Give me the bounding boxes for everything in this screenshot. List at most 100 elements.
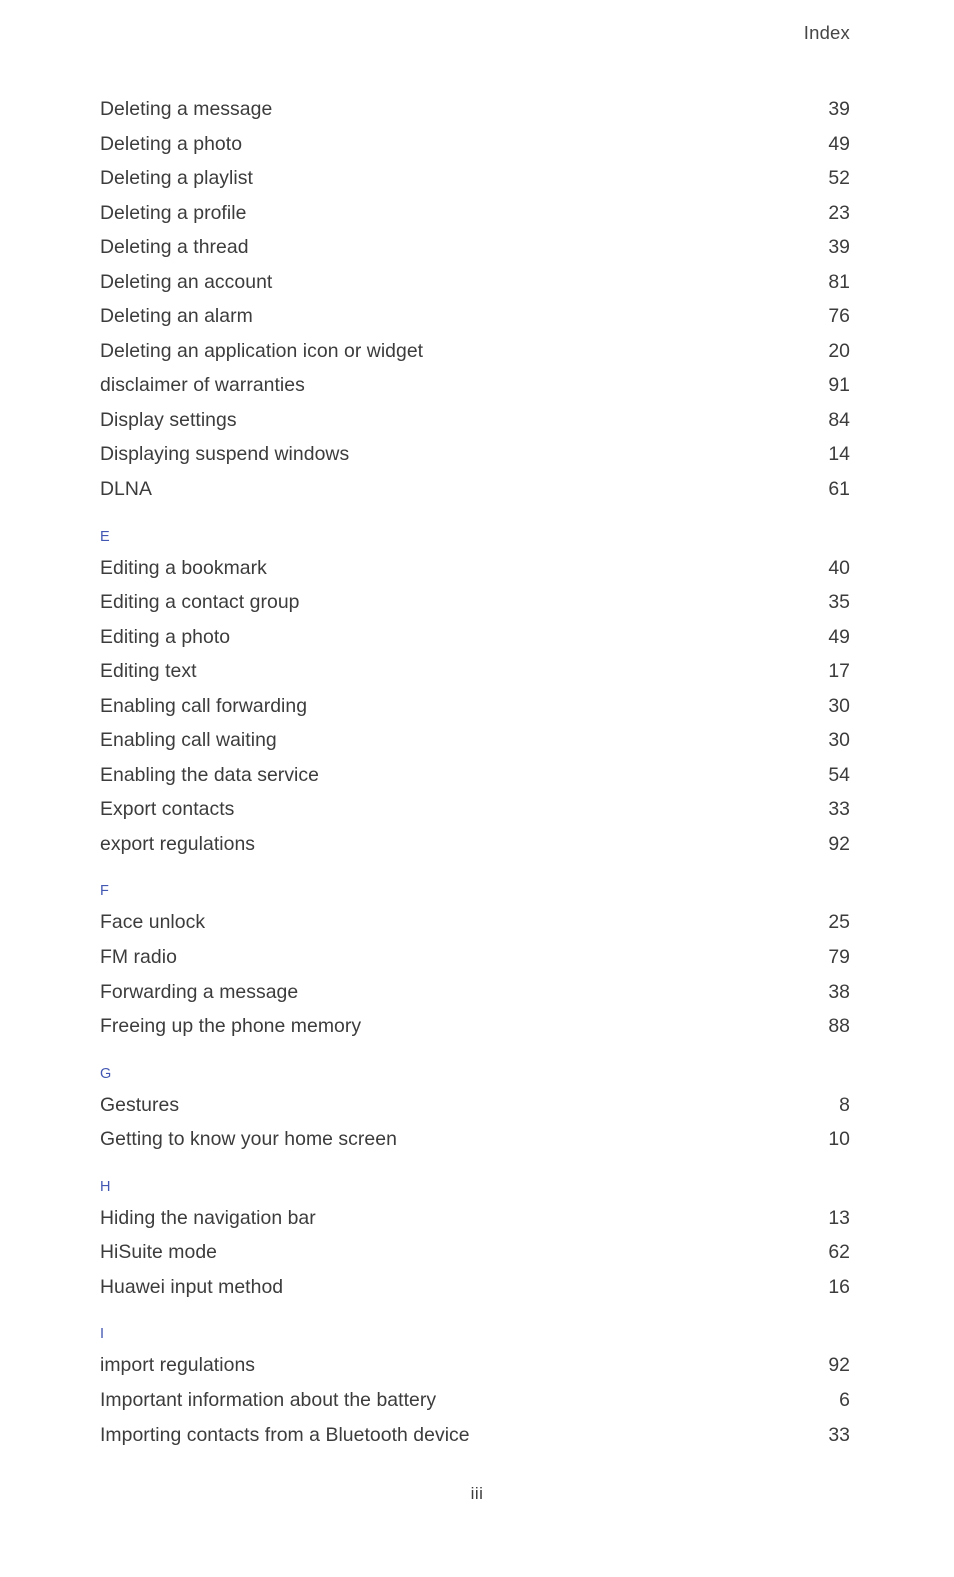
index-entry[interactable]: Importing contacts from a Bluetooth devi… [100,1418,850,1453]
index-entry-page-number: 30 [828,694,850,717]
index-entry-title: Enabling the data service [100,763,319,786]
index-entry-title: Displaying suspend windows [100,443,350,466]
index-entry-title: Editing a photo [100,625,231,648]
index-entry[interactable]: Enabling call forwarding 30 [100,689,850,724]
index-entry[interactable]: DLNA 61 [100,472,850,507]
index-entry-page-number: 49 [828,625,850,648]
index-entry-title: Export contacts [100,798,235,821]
index-entry[interactable]: export regulations 92 [100,827,850,862]
index-entry-title: Deleting a profile [100,201,247,224]
index-entry-list: Deleting a message 39 Deleting a photo 49 De… [100,92,850,1452]
index-entry-title: Deleting an account [100,270,273,293]
index-section: Iimport regulations 92 Important informati… [100,1304,850,1452]
index-entry-title: Deleting a thread [100,236,249,259]
index-entry[interactable]: Deleting a photo 49 [100,127,850,162]
page-folio: iii [470,1484,484,1503]
index-entry[interactable]: Display settings 84 [100,403,850,438]
index-entry-title: Getting to know your home screen [100,1128,397,1151]
index-section: G Gestures 8 Getting to know your home scre… [100,1044,850,1157]
index-entry[interactable]: HiSuite mode 62 [100,1235,850,1270]
index-section: Deleting a message 39 Deleting a photo 49 De… [100,92,850,507]
running-head: Index [803,22,850,43]
index-entry-page-number: 81 [828,270,850,293]
index-entry-title: FM radio [100,946,177,969]
index-entry-page-number: 16 [828,1275,850,1298]
section-letter: F [100,883,110,900]
index-entry[interactable]: Deleting an application icon or widget 20 [100,334,850,369]
index-entry-page-number: 23 [828,201,850,224]
index-entry-page-number: 33 [828,798,850,821]
section-letter: H [100,1178,111,1195]
index-entry-title: Enabling call waiting [100,729,277,752]
index-entry[interactable]: Getting to know your home screen 10 [100,1122,850,1157]
index-entry[interactable]: Deleting an alarm 76 [100,299,850,334]
index-entry-page-number: 39 [828,236,850,259]
index-entry-page-number: 30 [828,729,850,752]
index-entry[interactable]: Huawei input method 16 [100,1270,850,1305]
index-entry-page-number: 49 [828,132,850,155]
index-entry-title: Display settings [100,408,237,431]
index-entry-page-number: 14 [828,443,850,466]
index-entry[interactable]: Export contacts 33 [100,792,850,827]
index-entry-title: Editing a bookmark [100,556,267,579]
index-entry[interactable]: Deleting a message 39 [100,92,850,127]
section-letter: E [100,528,110,545]
index-entry[interactable]: disclaimer of warranties 91 [100,368,850,403]
section-letter: G [100,1065,112,1082]
index-entry-title: Gestures [100,1093,180,1116]
index-entry-page-number: 91 [828,374,850,397]
index-entry-page-number: 76 [828,305,850,328]
index-entry[interactable]: Editing a photo 49 [100,620,850,655]
index-entry[interactable]: FM radio 79 [100,940,850,975]
index-entry[interactable]: Face unlock 25 [100,905,850,940]
index-entry[interactable]: Editing a bookmark 40 [100,551,850,586]
index-entry-title: Hiding the navigation bar [100,1206,316,1229]
index-entry-page-number: 40 [828,556,850,579]
index-entry[interactable]: Enabling call waiting 30 [100,723,850,758]
index-entry-page-number: 54 [828,763,850,786]
index-entry[interactable]: Important information about the battery 6 [100,1383,850,1418]
index-entry-title: HiSuite mode [100,1241,218,1264]
index-entry-page-number: 79 [828,946,850,969]
index-entry[interactable]: Enabling the data service 54 [100,758,850,793]
index-entry[interactable]: Deleting a profile 23 [100,196,850,231]
index-entry-page-number: 17 [828,660,850,683]
index-page: Index Deleting a message 39 Deleting a pho… [0,0,954,1577]
index-entry-page-number: 35 [828,591,850,614]
index-entry-title: Deleting an application icon or widget [100,339,424,362]
index-entry-page-number: 84 [828,408,850,431]
index-entry-title: import regulations [100,1354,256,1377]
index-entry-page-number: 39 [828,98,850,120]
index-entry[interactable]: Gestures 8 [100,1088,850,1123]
index-section: H Hiding the navigation bar 13 HiSuite mode… [100,1157,850,1305]
index-entry[interactable]: Editing text 17 [100,654,850,689]
index-entry-title: Important information about the battery [100,1388,437,1411]
index-entry-page-number: 8 [839,1093,850,1116]
index-entry[interactable]: Displaying suspend windows 14 [100,437,850,472]
index-entry[interactable]: Freeing up the phone memory 88 [100,1009,850,1044]
index-entry-title: export regulations [100,832,256,855]
index-entry-page-number: 20 [828,339,850,362]
index-entry-title: Face unlock [100,911,206,934]
index-entry[interactable]: Deleting an account 81 [100,265,850,300]
index-entry[interactable]: import regulations 92 [100,1348,850,1383]
index-entry-title: Deleting a photo [100,132,243,155]
index-entry-page-number: 61 [828,478,850,501]
index-entry[interactable]: Deleting a thread 39 [100,230,850,265]
index-entry-page-number: 92 [828,832,850,855]
index-section: E Editing a bookmark 40 Editing a contact g… [100,507,850,862]
index-entry[interactable]: Forwarding a message 38 [100,975,850,1010]
index-entry-page-number: 25 [828,911,850,934]
index-entry-page-number: 88 [828,1015,850,1038]
index-entry[interactable]: Deleting a playlist 52 [100,161,850,196]
index-entry-title: Enabling call forwarding [100,694,308,717]
index-entry-title: Deleting a message [100,98,273,120]
index-entry-page-number: 13 [828,1206,850,1229]
index-entry-page-number: 6 [839,1388,850,1411]
index-entry-title: Editing text [100,660,197,683]
index-entry-title: Freeing up the phone memory [100,1015,362,1038]
index-entry-title: Huawei input method [100,1275,284,1298]
index-entry[interactable]: Hiding the navigation bar 13 [100,1201,850,1236]
index-entry-page-number: 92 [828,1354,850,1377]
index-entry[interactable]: Editing a contact group 35 [100,585,850,620]
